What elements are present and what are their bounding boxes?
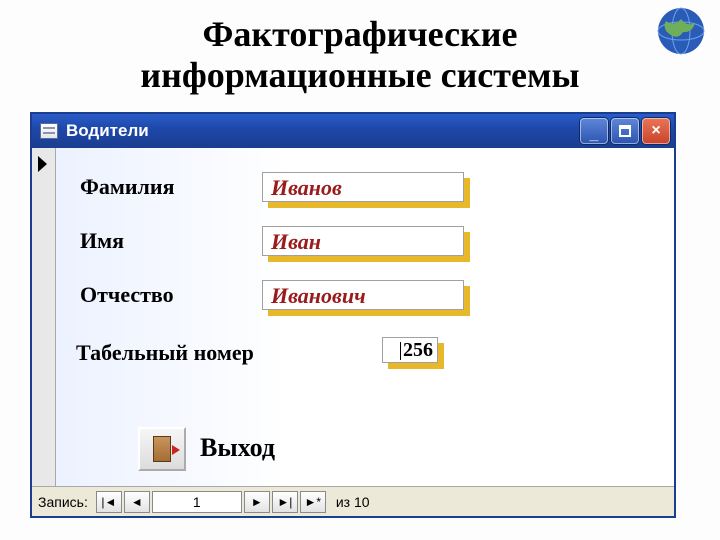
form-icon: [40, 123, 58, 139]
record-selector[interactable]: [32, 148, 56, 486]
exit-button[interactable]: [138, 427, 186, 471]
label-surname: Фамилия: [80, 174, 174, 200]
name-field[interactable]: Иван: [262, 226, 464, 256]
slide-title: Фактографические информационные системы: [0, 0, 720, 107]
label-employee-no: Табельный номер: [76, 340, 254, 366]
nav-label: Запись:: [38, 494, 88, 510]
form-window: Водители _ × Фамилия Иванов Имя Иван Отч…: [30, 112, 676, 518]
window-title: Водители: [66, 121, 580, 141]
nav-first-button[interactable]: |◄: [96, 491, 122, 513]
maximize-button[interactable]: [611, 118, 639, 144]
employee-no-field[interactable]: 256: [382, 337, 438, 363]
label-patronymic: Отчество: [80, 282, 174, 308]
current-record-icon: [38, 156, 47, 172]
nav-current-input[interactable]: 1: [152, 491, 242, 513]
form-body: Фамилия Иванов Имя Иван Отчество Иванови…: [32, 148, 674, 486]
close-button[interactable]: ×: [642, 118, 670, 144]
surname-field[interactable]: Иванов: [262, 172, 464, 202]
record-navigator: Запись: |◄ ◄ 1 ► ►| ►* из 10: [32, 486, 674, 516]
nav-count: из 10: [336, 494, 370, 510]
label-name: Имя: [80, 228, 124, 254]
nav-prev-button[interactable]: ◄: [124, 491, 150, 513]
globe-icon: [656, 6, 706, 56]
nav-next-button[interactable]: ►: [244, 491, 270, 513]
titlebar[interactable]: Водители _ ×: [32, 114, 674, 148]
door-exit-icon: [153, 436, 171, 462]
nav-last-button[interactable]: ►|: [272, 491, 298, 513]
patronymic-field[interactable]: Иванович: [262, 280, 464, 310]
text-caret-icon: [400, 342, 401, 360]
minimize-button[interactable]: _: [580, 118, 608, 144]
exit-label: Выход: [200, 433, 275, 463]
nav-new-button[interactable]: ►*: [300, 491, 326, 513]
